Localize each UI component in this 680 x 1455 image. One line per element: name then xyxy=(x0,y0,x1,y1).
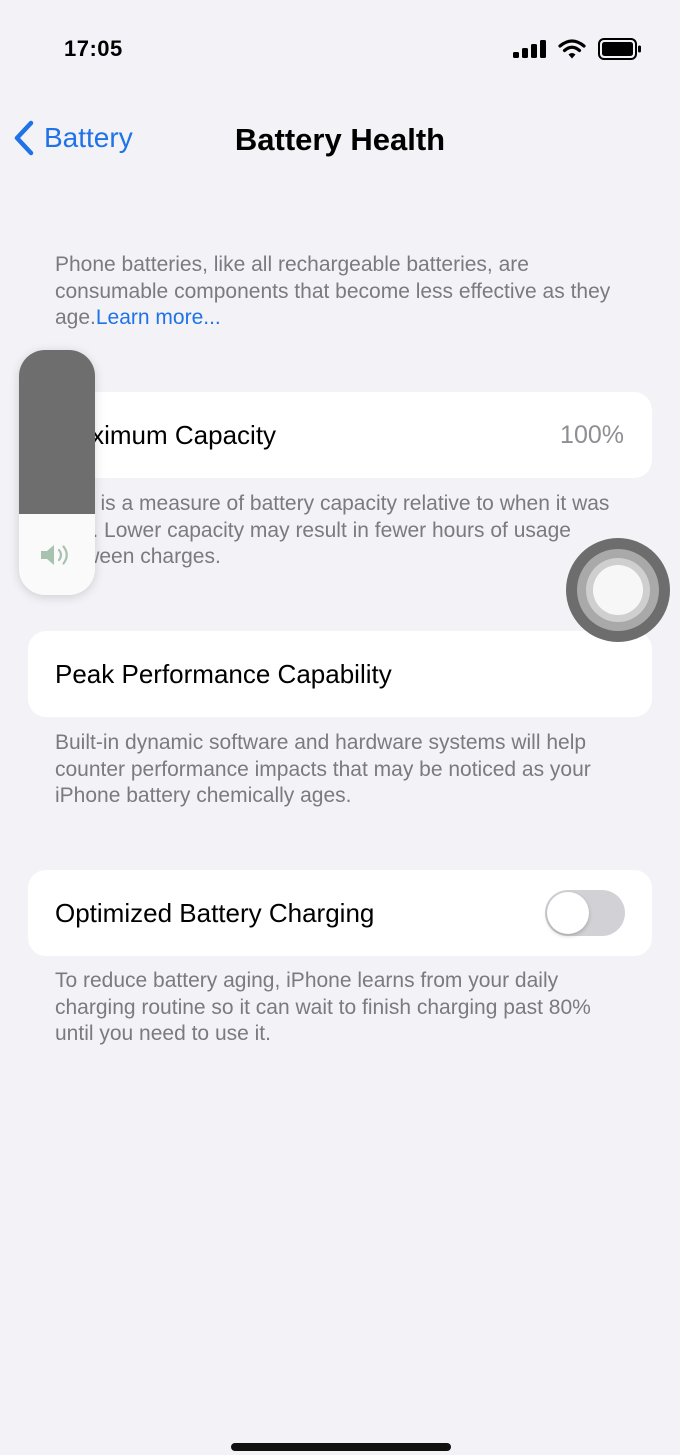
battery-icon xyxy=(598,38,641,60)
assistive-touch-core xyxy=(593,565,643,615)
optimized-charging-row: Optimized Battery Charging xyxy=(28,870,652,956)
speaker-icon xyxy=(41,545,68,565)
assistive-touch-button[interactable] xyxy=(566,538,670,642)
status-bar: 17:05 xyxy=(0,0,680,100)
intro-text: Phone batteries, like all rechargeable b… xyxy=(55,252,635,332)
toggle-knob xyxy=(547,892,589,934)
learn-more-link[interactable]: Learn more... xyxy=(96,306,221,329)
volume-hud[interactable] xyxy=(19,350,95,595)
signal-icon xyxy=(513,40,546,58)
optimized-charging-label: Optimized Battery Charging xyxy=(55,898,375,928)
home-indicator[interactable] xyxy=(231,1443,451,1451)
optimized-charging-footnote: To reduce battery aging, iPhone learns f… xyxy=(55,969,591,1045)
status-time: 17:05 xyxy=(64,36,123,61)
peak-performance-label: Peak Performance Capability xyxy=(55,659,392,689)
wifi-icon xyxy=(558,39,586,59)
assistive-touch-inner-ring xyxy=(586,558,650,622)
maximum-capacity-footnote: This is a measure of battery capacity re… xyxy=(55,492,610,568)
page-title: Battery Health xyxy=(234,122,446,157)
navigation-bar: Battery Battery Health xyxy=(0,100,680,180)
maximum-capacity-row: Maximum Capacity 100% xyxy=(28,392,652,478)
volume-level-fill xyxy=(19,350,95,514)
peak-performance-footnote: Built-in dynamic software and hardware s… xyxy=(55,731,591,807)
assistive-touch-ring xyxy=(577,549,659,631)
maximum-capacity-value: 100% xyxy=(560,421,624,449)
optimized-charging-toggle[interactable] xyxy=(545,890,625,936)
peak-performance-row: Peak Performance Capability xyxy=(28,631,652,717)
